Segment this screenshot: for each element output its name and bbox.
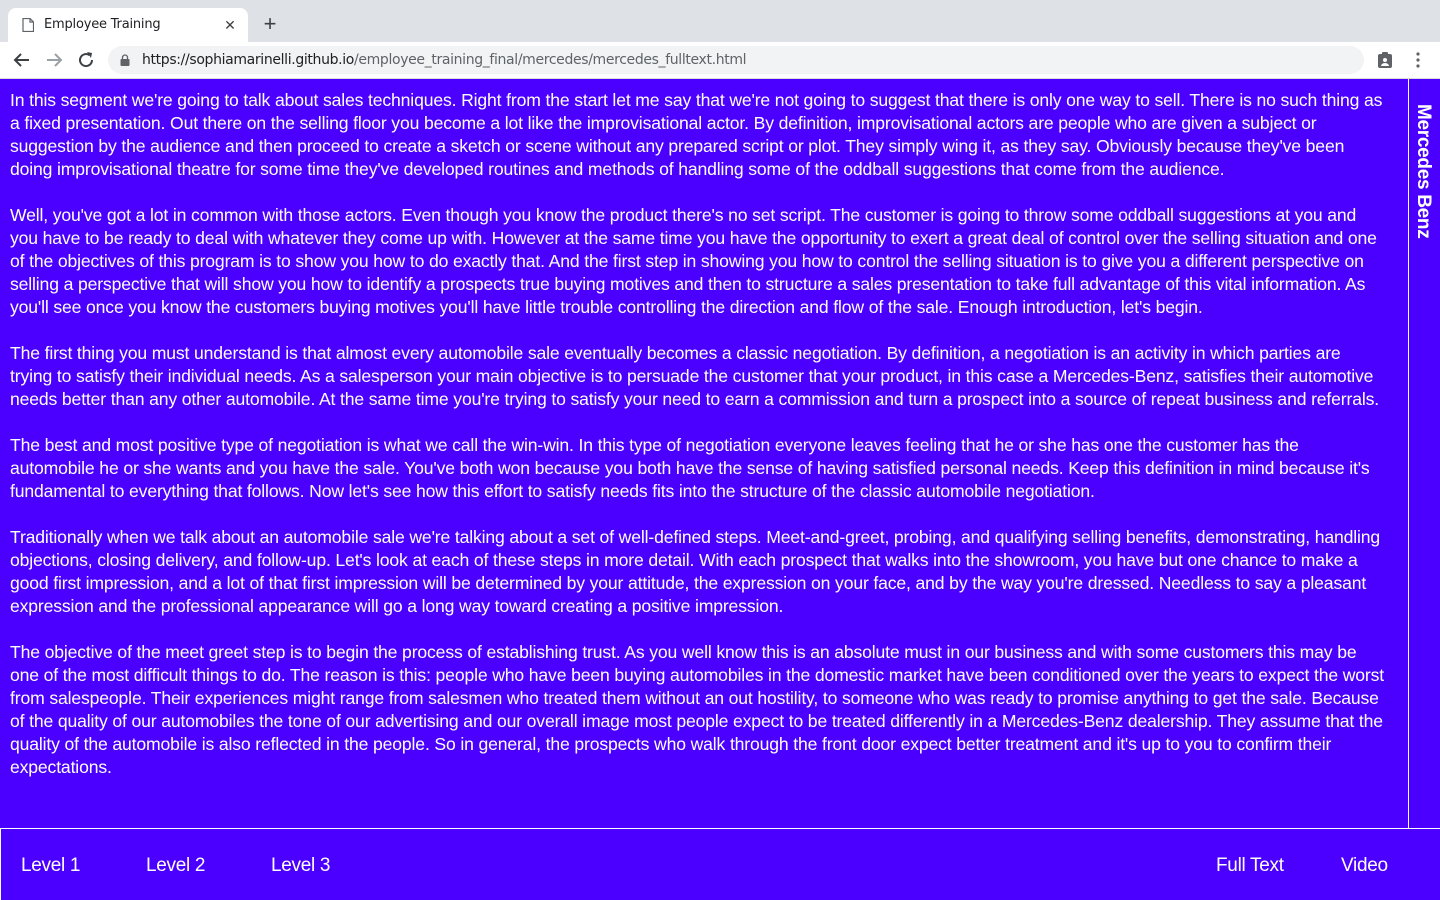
nav-full-text[interactable]: Full Text: [1216, 855, 1284, 877]
browser-tab[interactable]: Employee Training ✕: [8, 8, 248, 42]
new-tab-icon[interactable]: +: [260, 13, 280, 35]
brand-label-text: Mercedes Benz: [1413, 104, 1434, 239]
more-menu-icon[interactable]: [1411, 51, 1425, 69]
page-icon: [22, 18, 34, 32]
tab-title: Employee Training: [44, 17, 161, 32]
extension-icon[interactable]: [1376, 51, 1394, 69]
footer-nav: Level 1 Level 2 Level 3 Full Text Video: [0, 828, 1440, 900]
paragraph: Well, you've got a lot in common with th…: [10, 205, 1377, 317]
browser-toolbar: https://sophiamarinelli.github.io/employ…: [0, 42, 1440, 79]
close-icon[interactable]: ✕: [222, 17, 238, 33]
back-arrow-icon[interactable]: [12, 50, 32, 70]
address-bar[interactable]: https://sophiamarinelli.github.io/employ…: [108, 46, 1364, 74]
nav-level-3[interactable]: Level 3: [271, 855, 330, 877]
browser-tabstrip: Employee Training ✕ +: [0, 0, 1440, 42]
brand-side-label: Mercedes Benz: [1410, 79, 1440, 828]
url-path: /employee_training_final/mercedes/merced…: [354, 52, 747, 68]
forward-arrow-icon[interactable]: [44, 50, 64, 70]
url-text: https://sophiamarinelli.github.io/employ…: [142, 52, 747, 68]
nav-level-2[interactable]: Level 2: [146, 855, 205, 877]
paragraph: Traditionally when we talk about an auto…: [10, 527, 1381, 616]
page-viewport: In this segment we're going to talk abou…: [0, 79, 1440, 900]
paragraph: The objective of the meet greet step is …: [10, 642, 1385, 777]
paragraph: The first thing you must understand is t…: [10, 343, 1379, 409]
reload-icon[interactable]: [76, 50, 96, 70]
nav-video[interactable]: Video: [1341, 855, 1388, 877]
nav-level-1[interactable]: Level 1: [21, 855, 80, 877]
lock-icon: [120, 54, 130, 66]
paragraph: The best and most positive type of negot…: [10, 435, 1370, 501]
url-host: https://sophiamarinelli.github.io: [142, 52, 354, 68]
full-text-content[interactable]: In this segment we're going to talk abou…: [0, 79, 1409, 828]
paragraph: In this segment we're going to talk abou…: [10, 90, 1383, 179]
